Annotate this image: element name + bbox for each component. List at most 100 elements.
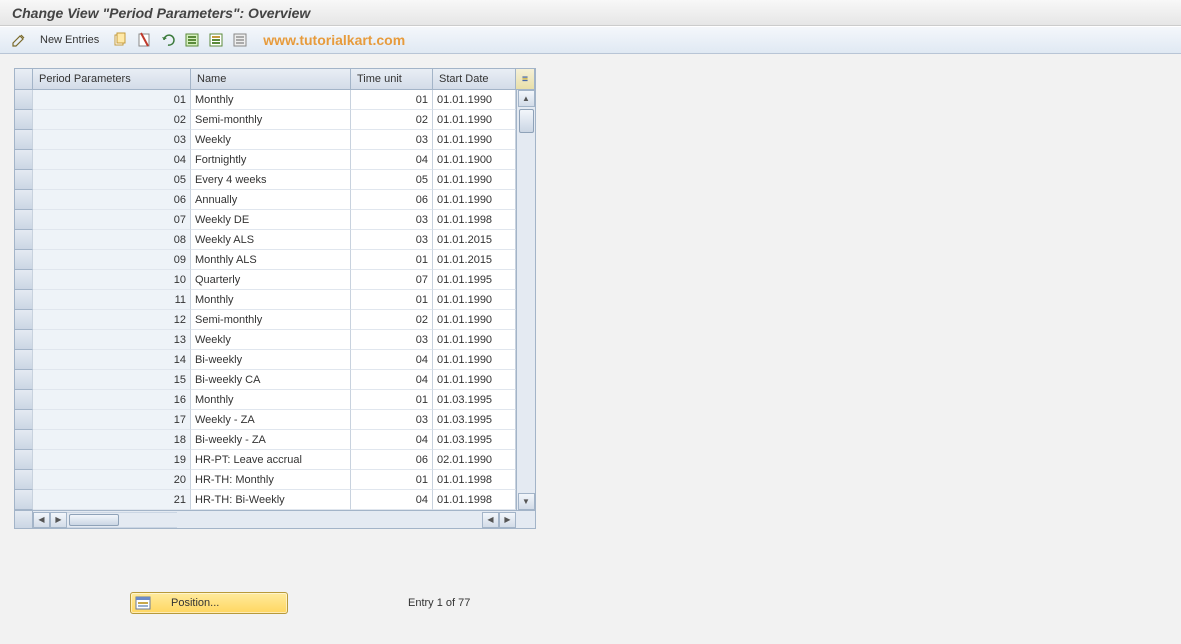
table-row[interactable]: 01Monthly0101.01.1990 (15, 90, 516, 110)
cell-time-unit[interactable]: 02 (351, 310, 433, 330)
cell-period-parameters[interactable]: 16 (33, 390, 191, 410)
cell-name[interactable]: Monthly (191, 390, 351, 410)
row-selector[interactable] (15, 390, 33, 410)
table-row[interactable]: 21HR-TH: Bi-Weekly0401.01.1998 (15, 490, 516, 510)
row-selector[interactable] (15, 250, 33, 270)
cell-start-date[interactable]: 01.03.1995 (433, 390, 516, 410)
cell-name[interactable]: HR-TH: Bi-Weekly (191, 490, 351, 510)
cell-start-date[interactable]: 02.01.1990 (433, 450, 516, 470)
cell-time-unit[interactable]: 02 (351, 110, 433, 130)
cell-name[interactable]: Monthly ALS (191, 250, 351, 270)
cell-name[interactable]: Monthly (191, 90, 351, 110)
cell-name[interactable]: Weekly (191, 330, 351, 350)
cell-time-unit[interactable]: 04 (351, 370, 433, 390)
row-selector[interactable] (15, 290, 33, 310)
hscroll-thumb[interactable] (69, 514, 119, 526)
cell-period-parameters[interactable]: 15 (33, 370, 191, 390)
column-header-name[interactable]: Name (191, 69, 351, 89)
table-row[interactable]: 07Weekly DE0301.01.1998 (15, 210, 516, 230)
row-selector[interactable] (15, 310, 33, 330)
cell-start-date[interactable]: 01.01.2015 (433, 250, 516, 270)
cell-start-date[interactable]: 01.01.1990 (433, 330, 516, 350)
table-row[interactable]: 04Fortnightly0401.01.1900 (15, 150, 516, 170)
cell-name[interactable]: Fortnightly (191, 150, 351, 170)
cell-start-date[interactable]: 01.03.1995 (433, 430, 516, 450)
row-selector[interactable] (15, 270, 33, 290)
table-row[interactable]: 20HR-TH: Monthly0101.01.1998 (15, 470, 516, 490)
position-button[interactable]: Position... (130, 592, 288, 614)
cell-start-date[interactable]: 01.01.1995 (433, 270, 516, 290)
undo-icon[interactable] (159, 31, 177, 49)
cell-period-parameters[interactable]: 08 (33, 230, 191, 250)
row-selector[interactable] (15, 430, 33, 450)
row-selector[interactable] (15, 330, 33, 350)
cell-period-parameters[interactable]: 12 (33, 310, 191, 330)
cell-time-unit[interactable]: 01 (351, 390, 433, 410)
cell-period-parameters[interactable]: 10 (33, 270, 191, 290)
copy-icon[interactable] (111, 31, 129, 49)
table-row[interactable]: 05Every 4 weeks0501.01.1990 (15, 170, 516, 190)
cell-name[interactable]: Semi-monthly (191, 310, 351, 330)
new-entries-button[interactable]: New Entries (34, 32, 105, 48)
column-header-start-date[interactable]: Start Date (433, 69, 516, 89)
cell-start-date[interactable]: 01.01.1990 (433, 290, 516, 310)
cell-name[interactable]: Every 4 weeks (191, 170, 351, 190)
scroll-left-button[interactable]: ◀ (33, 512, 50, 528)
row-selector[interactable] (15, 350, 33, 370)
cell-name[interactable]: Monthly (191, 290, 351, 310)
table-row[interactable]: 15Bi-weekly CA0401.01.1990 (15, 370, 516, 390)
row-selector[interactable] (15, 490, 33, 510)
cell-name[interactable]: Annually (191, 190, 351, 210)
cell-period-parameters[interactable]: 03 (33, 130, 191, 150)
cell-name[interactable]: Bi-weekly CA (191, 370, 351, 390)
cell-time-unit[interactable]: 01 (351, 470, 433, 490)
cell-period-parameters[interactable]: 05 (33, 170, 191, 190)
cell-period-parameters[interactable]: 18 (33, 430, 191, 450)
table-row[interactable]: 18Bi-weekly - ZA0401.03.1995 (15, 430, 516, 450)
cell-time-unit[interactable]: 03 (351, 410, 433, 430)
cell-name[interactable]: Bi-weekly - ZA (191, 430, 351, 450)
cell-start-date[interactable]: 01.01.1998 (433, 490, 516, 510)
row-selector-header[interactable] (15, 69, 33, 89)
table-row[interactable]: 16Monthly0101.03.1995 (15, 390, 516, 410)
row-selector[interactable] (15, 410, 33, 430)
cell-start-date[interactable]: 01.01.1998 (433, 210, 516, 230)
cell-period-parameters[interactable]: 02 (33, 110, 191, 130)
cell-time-unit[interactable]: 01 (351, 90, 433, 110)
cell-period-parameters[interactable]: 06 (33, 190, 191, 210)
cell-time-unit[interactable]: 03 (351, 330, 433, 350)
cell-period-parameters[interactable]: 11 (33, 290, 191, 310)
cell-name[interactable]: HR-TH: Monthly (191, 470, 351, 490)
cell-name[interactable]: Weekly ALS (191, 230, 351, 250)
cell-time-unit[interactable]: 01 (351, 290, 433, 310)
cell-period-parameters[interactable]: 07 (33, 210, 191, 230)
row-selector[interactable] (15, 190, 33, 210)
scroll-right-button[interactable]: ▶ (50, 512, 67, 528)
cell-start-date[interactable]: 01.01.1998 (433, 470, 516, 490)
row-selector[interactable] (15, 370, 33, 390)
scroll-left-end-button[interactable]: ◀ (482, 512, 499, 528)
vertical-scrollbar[interactable]: ▲ ▼ (516, 90, 535, 510)
cell-time-unit[interactable]: 05 (351, 170, 433, 190)
table-row[interactable]: 12Semi-monthly0201.01.1990 (15, 310, 516, 330)
cell-name[interactable]: HR-PT: Leave accrual (191, 450, 351, 470)
cell-time-unit[interactable]: 04 (351, 350, 433, 370)
row-selector[interactable] (15, 110, 33, 130)
cell-name[interactable]: Quarterly (191, 270, 351, 290)
cell-period-parameters[interactable]: 17 (33, 410, 191, 430)
cell-time-unit[interactable]: 07 (351, 270, 433, 290)
column-header-time-unit[interactable]: Time unit (351, 69, 433, 89)
cell-name[interactable]: Bi-weekly (191, 350, 351, 370)
horizontal-scrollbar[interactable]: ◀ ▶ ◀ ▶ (15, 510, 535, 528)
select-all-icon[interactable] (183, 31, 201, 49)
cell-start-date[interactable]: 01.03.1995 (433, 410, 516, 430)
cell-period-parameters[interactable]: 19 (33, 450, 191, 470)
scroll-right-end-button[interactable]: ▶ (499, 512, 516, 528)
column-header-period-parameters[interactable]: Period Parameters (33, 69, 191, 89)
cell-name[interactable]: Semi-monthly (191, 110, 351, 130)
table-row[interactable]: 11Monthly0101.01.1990 (15, 290, 516, 310)
cell-name[interactable]: Weekly (191, 130, 351, 150)
cell-start-date[interactable]: 01.01.1990 (433, 350, 516, 370)
cell-period-parameters[interactable]: 01 (33, 90, 191, 110)
table-row[interactable]: 10Quarterly0701.01.1995 (15, 270, 516, 290)
